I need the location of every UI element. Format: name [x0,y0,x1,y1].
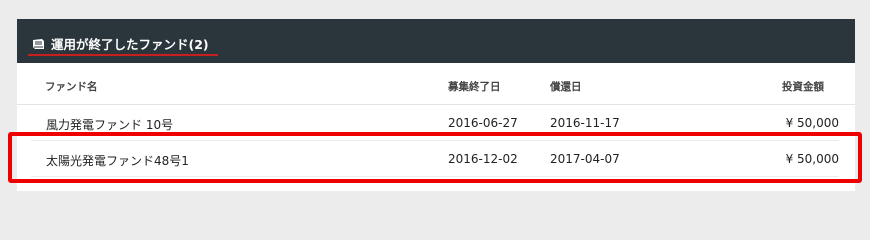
table-header-row: ファンド名 募集終了日 償還日 投資金額 [17,63,855,105]
header-redemption-date: 償還日 [550,81,582,93]
end-date-cell: 2016-12-02 [448,152,518,166]
amount-cell: ¥ 50,000 [785,152,839,166]
fund-name-link[interactable]: 風力発電ファンド 10号 [46,116,173,133]
redemption-date-cell: 2017-04-07 [550,152,620,166]
table-row: 太陽光発電ファンド48号1 2016-12-02 2017-04-07 ¥ 50… [31,141,839,177]
fund-name-link[interactable]: 太陽光発電ファンド48号1 [46,152,189,169]
panel-header: 運用が終了したファンド(2) [17,19,855,63]
amount-cell: ¥ 50,000 [785,116,839,130]
ended-funds-panel: 運用が終了したファンド(2) ファンド名 募集終了日 償還日 投資金額 風力発電… [17,19,855,191]
panel-title: 運用が終了したファンド(2) [32,34,209,53]
funds-table: ファンド名 募集終了日 償還日 投資金額 風力発電ファンド 10号 2016-0… [17,63,855,177]
redemption-date-cell: 2016-11-17 [550,116,620,130]
end-date-cell: 2016-06-27 [448,116,518,130]
header-end-date: 募集終了日 [448,81,501,93]
panel-title-text: 運用が終了したファンド(2) [51,37,209,52]
header-amount: 投資金額 [782,81,824,93]
header-fund-name: ファンド名 [45,81,98,93]
book-icon [32,38,45,50]
table-row: 風力発電ファンド 10号 2016-06-27 2016-11-17 ¥ 50,… [31,105,839,141]
title-underline [28,54,218,56]
